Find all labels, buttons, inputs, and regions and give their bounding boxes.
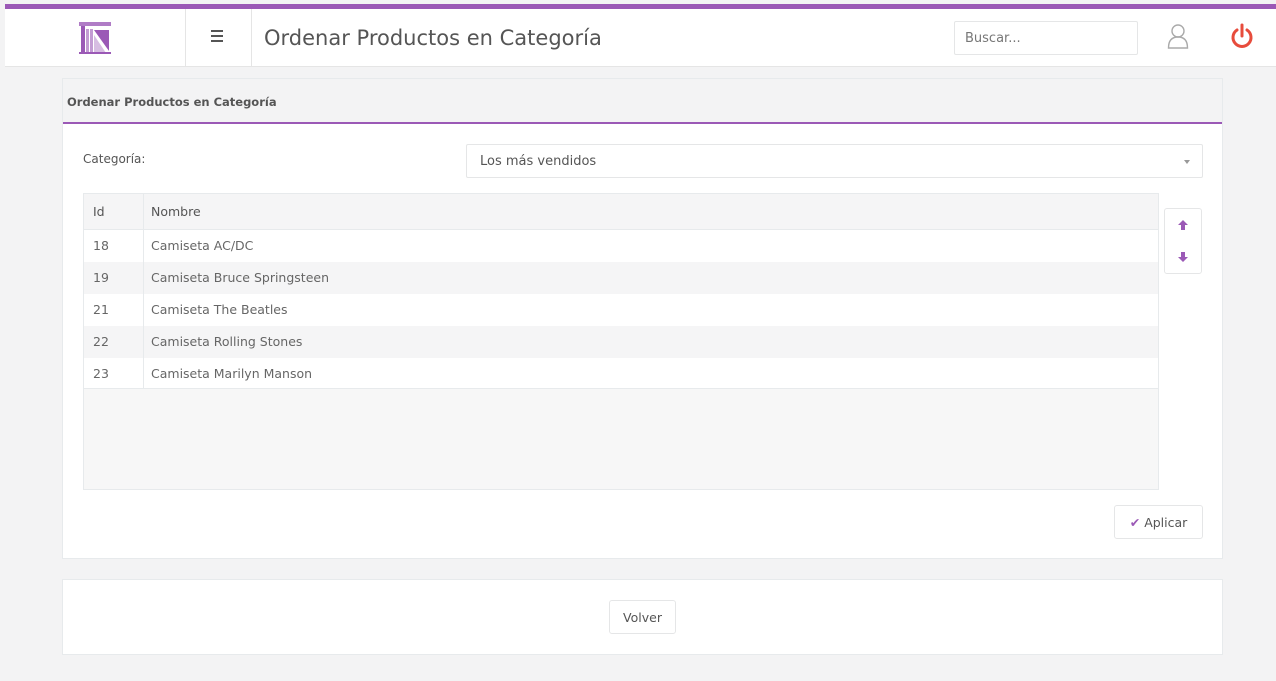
panel-header: Ordenar Productos en Categoría (63, 79, 1222, 124)
check-icon: ✔ (1129, 514, 1141, 530)
column-divider (143, 194, 144, 388)
top-navbar: Ordenar Productos en Categoría (5, 9, 1276, 67)
table-row[interactable]: 23 Camiseta Marilyn Manson (84, 358, 1158, 388)
user-icon[interactable] (1167, 23, 1189, 49)
chevron-down-icon (1184, 160, 1190, 164)
table-header: Id Nombre (84, 194, 1158, 230)
table-row[interactable]: 18 Camiseta AC/DC (84, 230, 1158, 262)
reorder-buttons (1164, 208, 1202, 274)
footer-panel: Volver (62, 579, 1223, 655)
apply-button-label: Aplicar (1144, 514, 1188, 530)
arrow-down-icon (1178, 252, 1188, 262)
row-name: Camiseta The Beatles (151, 302, 288, 317)
search-input[interactable] (954, 21, 1138, 55)
logo-area (5, 9, 186, 67)
menu-icon[interactable] (211, 30, 223, 42)
column-header-name[interactable]: Nombre (151, 204, 201, 219)
table-row[interactable]: 22 Camiseta Rolling Stones (84, 326, 1158, 358)
panel-title: Ordenar Productos en Categoría (67, 95, 277, 109)
move-down-button[interactable] (1165, 241, 1201, 273)
menu-toggle-cell (186, 9, 252, 67)
arrow-up-icon (1178, 220, 1188, 230)
row-name: Camiseta AC/DC (151, 238, 254, 253)
apply-button[interactable]: ✔ Aplicar (1114, 505, 1203, 539)
table-row[interactable]: 19 Camiseta Bruce Springsteen (84, 262, 1158, 294)
row-name: Camiseta Rolling Stones (151, 334, 303, 349)
row-id: 18 (93, 238, 109, 253)
order-products-panel: Ordenar Productos en Categoría Categoría… (62, 78, 1223, 559)
row-name: Camiseta Bruce Springsteen (151, 270, 330, 285)
back-button[interactable]: Volver (609, 600, 676, 634)
category-select[interactable]: Los más vendidos (466, 144, 1203, 178)
row-name: Camiseta Marilyn Manson (151, 366, 313, 381)
column-header-id[interactable]: Id (93, 204, 105, 219)
move-up-button[interactable] (1165, 209, 1201, 241)
power-icon[interactable] (1230, 23, 1254, 49)
products-table: Id Nombre 18 Camiseta AC/DC 19 Camiseta … (83, 193, 1159, 490)
row-id: 19 (93, 270, 109, 285)
rows-bottom-border (84, 388, 1158, 389)
logo-icon[interactable] (75, 21, 115, 55)
page-title: Ordenar Productos en Categoría (264, 26, 602, 50)
row-id: 22 (93, 334, 109, 349)
row-id: 21 (93, 302, 109, 317)
category-select-value: Los más vendidos (480, 154, 597, 169)
row-id: 23 (93, 366, 109, 381)
category-label: Categoría: (83, 152, 146, 166)
table-row[interactable]: 21 Camiseta The Beatles (84, 294, 1158, 326)
